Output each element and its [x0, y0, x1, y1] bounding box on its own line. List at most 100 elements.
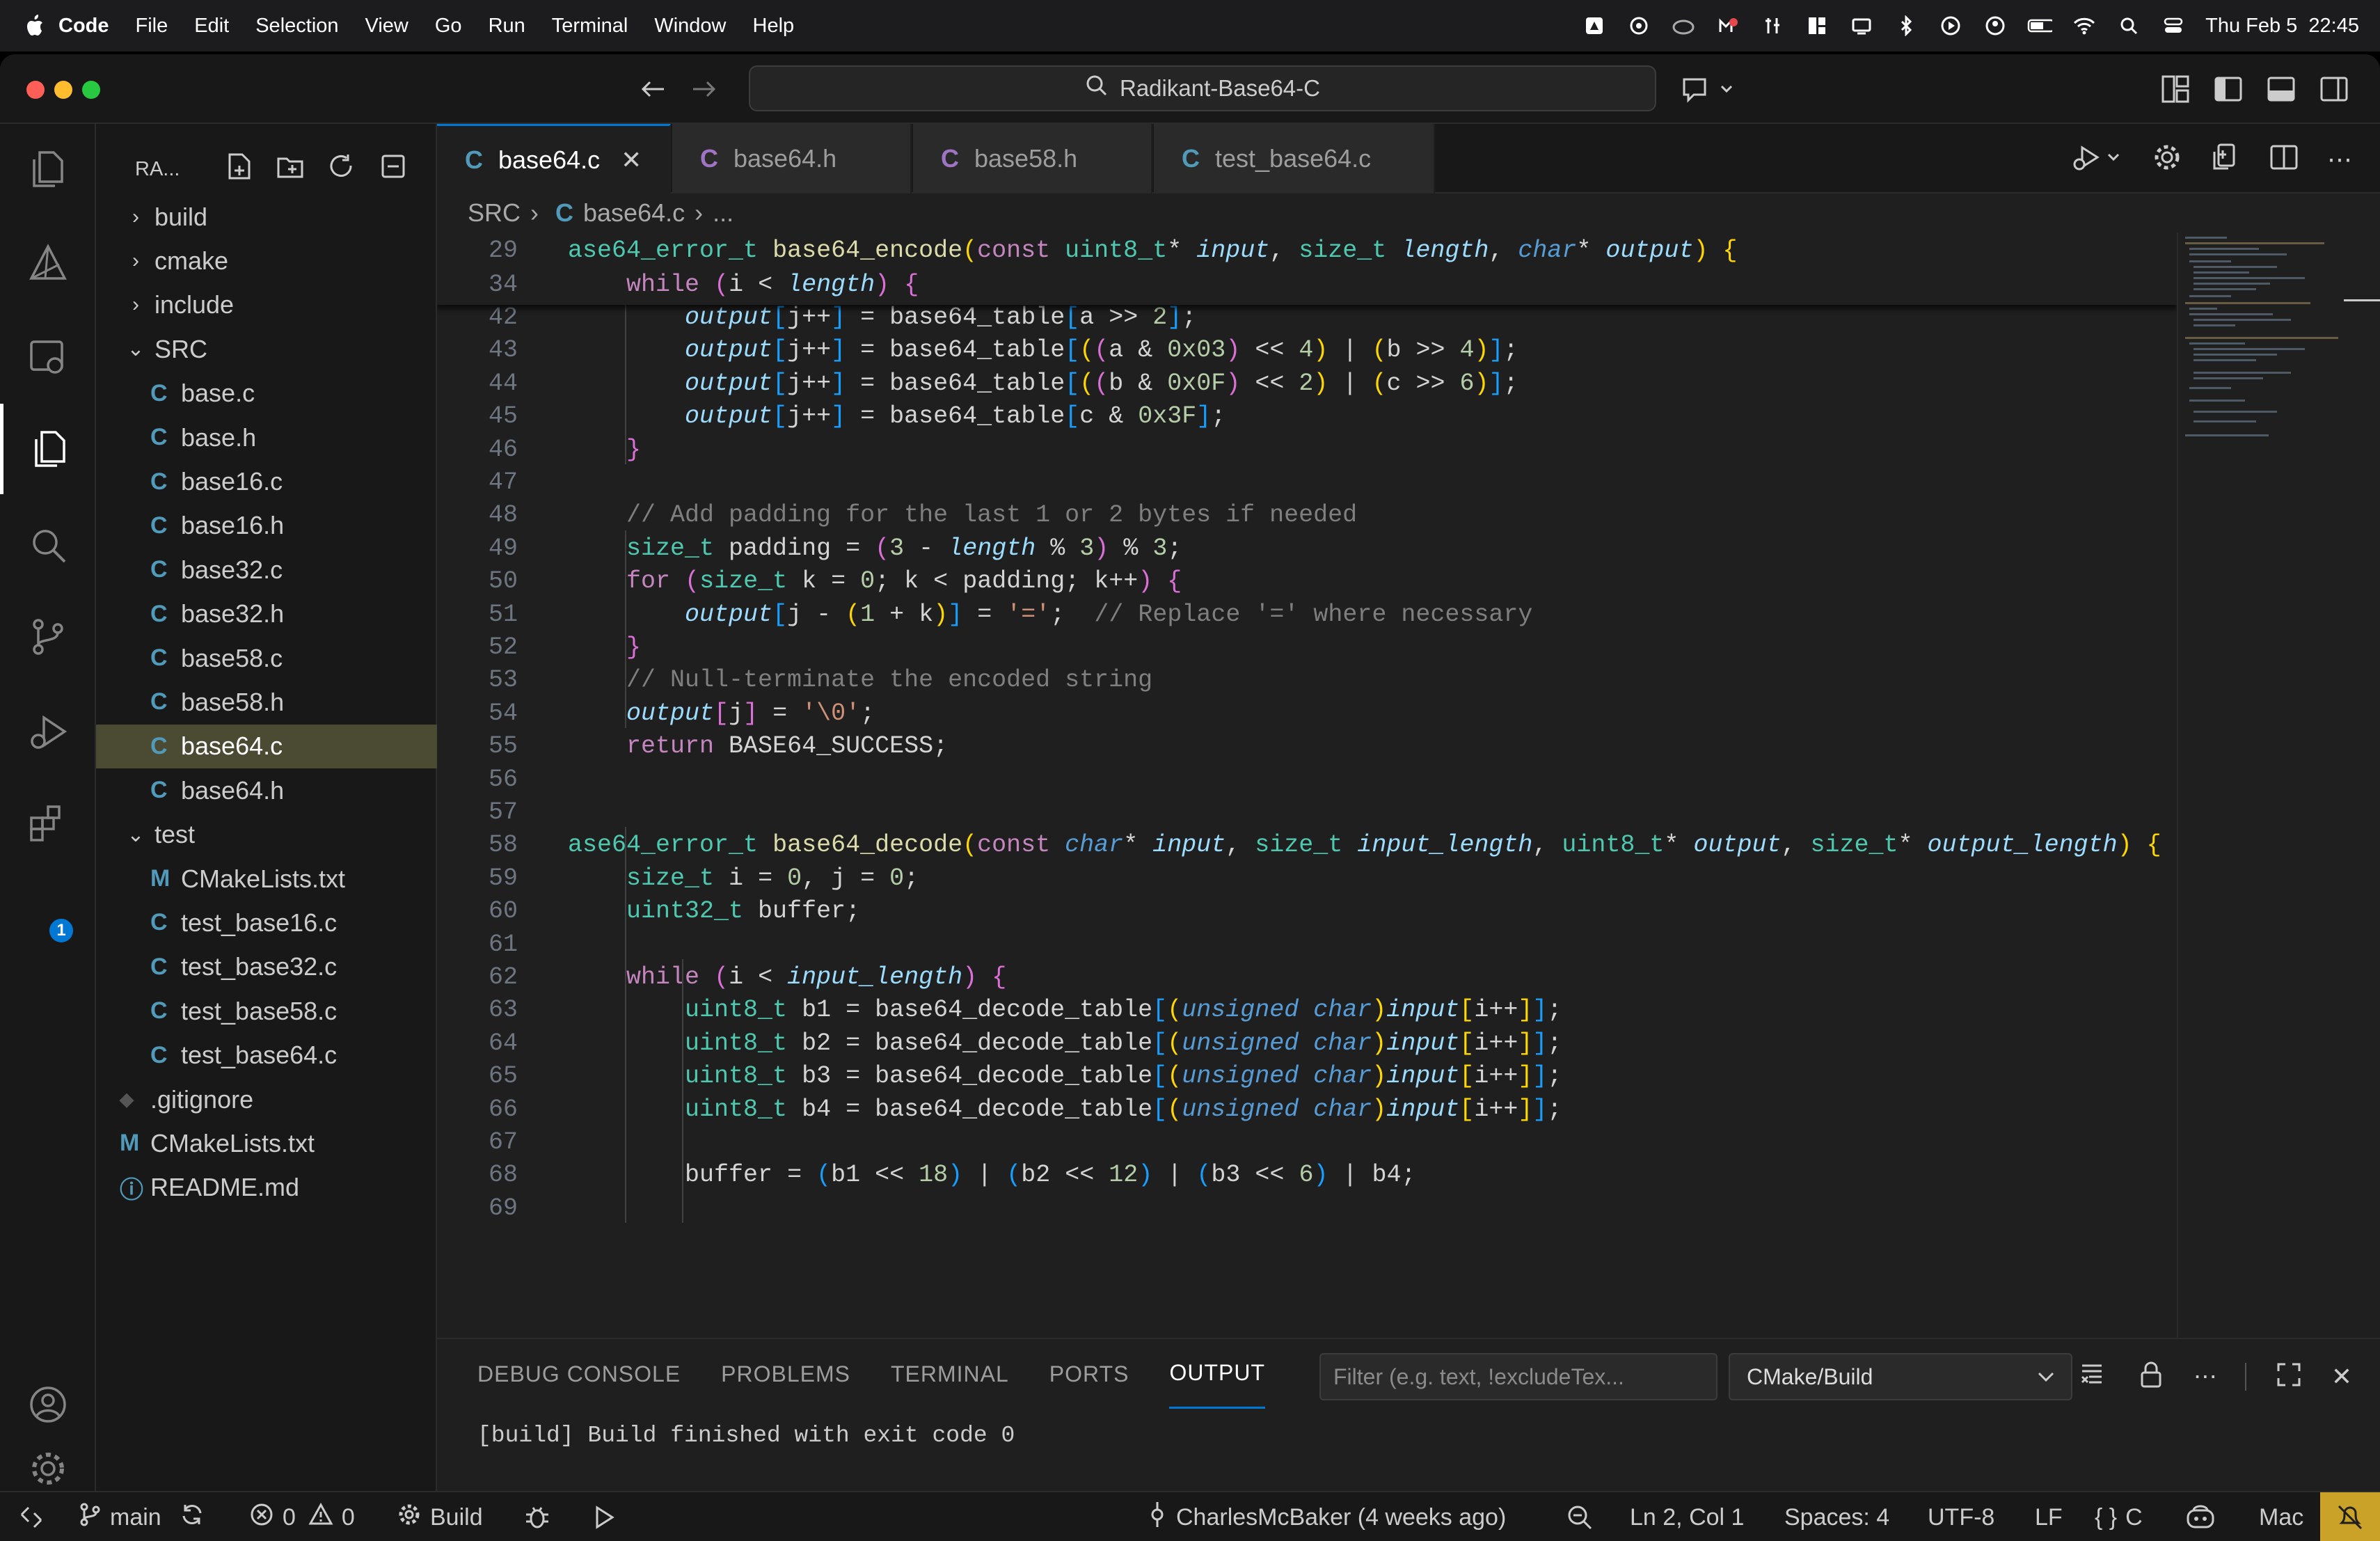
tab-base64-c[interactable]: C base64.c ✕ [437, 124, 671, 193]
toggle-primary-sidebar-icon[interactable] [2213, 74, 2244, 108]
tab-base58-h[interactable]: C base58.h [913, 124, 1152, 193]
tree-file[interactable]: ⓘ README.md [96, 1166, 437, 1210]
manage-gear-icon[interactable] [0, 1446, 96, 1491]
menu-window[interactable]: Window [654, 15, 726, 38]
bluetooth-icon[interactable] [1894, 13, 1919, 38]
forward-arrow-icon[interactable] [689, 74, 720, 108]
tree-file[interactable]: Cbase64.c [96, 724, 437, 769]
zoom-window-button[interactable] [82, 81, 100, 99]
breadcrumb-file[interactable]: base64.c [583, 198, 685, 228]
tab-debug-console[interactable]: DEBUG CONSOLE [477, 1339, 681, 1409]
menu-help[interactable]: Help [753, 15, 795, 38]
battery-icon[interactable] [2027, 13, 2053, 38]
tree-file[interactable]: Cbase16.c [96, 459, 437, 503]
source-control-icon[interactable] [0, 592, 96, 682]
control-center-icon[interactable] [2161, 13, 2186, 38]
minimize-window-button[interactable] [54, 81, 72, 99]
tree-folder[interactable]: ⌄ SRC [96, 327, 437, 371]
git-branch-item[interactable]: main [78, 1492, 205, 1541]
toggle-panel-icon[interactable] [2266, 74, 2296, 108]
menu-run[interactable]: Run [489, 15, 525, 38]
problems-item[interactable]: 0 0 [249, 1492, 355, 1541]
encoding[interactable]: UTF-8 [1928, 1492, 1994, 1541]
close-panel-icon[interactable]: ✕ [2331, 1362, 2352, 1391]
tree-file[interactable]: Ctest_base16.c [96, 901, 437, 945]
spotlight-search-icon[interactable] [2116, 13, 2141, 38]
search-icon[interactable] [0, 500, 96, 590]
recording-icon[interactable] [1715, 13, 1740, 38]
menu-file[interactable]: File [136, 15, 168, 38]
tree-file[interactable]: Cbase64.h [96, 768, 437, 812]
sync-icon[interactable] [180, 1502, 205, 1533]
tree-file[interactable]: Cbase58.h [96, 680, 437, 724]
zoom-icon[interactable] [1566, 1492, 1594, 1541]
run-debug-icon[interactable] [0, 686, 96, 777]
launch-play-icon[interactable] [590, 1492, 618, 1541]
settings-gear-icon[interactable] [2152, 142, 2182, 176]
tab-terminal[interactable]: TERMINAL [891, 1339, 1009, 1409]
apple-icon[interactable] [24, 0, 58, 52]
menu-go[interactable]: Go [435, 15, 462, 38]
tree-folder[interactable]: › cmake [96, 239, 437, 283]
menu-selection[interactable]: Selection [255, 15, 338, 38]
lock-scroll-icon[interactable] [2136, 1360, 2166, 1393]
user-circle-icon[interactable] [1983, 13, 2008, 38]
tree-file[interactable]: Cbase16.h [96, 504, 437, 548]
cmake-build-item[interactable]: Build [397, 1492, 483, 1541]
cmake-icon[interactable] [0, 218, 96, 308]
explorer-icon[interactable] [0, 404, 96, 494]
clear-output-icon[interactable] [2079, 1360, 2109, 1393]
play-circle-icon[interactable] [1938, 13, 1963, 38]
extensions-icon[interactable] [0, 778, 96, 869]
layout-grid-icon[interactable] [1804, 13, 1830, 38]
sticky-scroll-header[interactable]: 29 ase64_error_t base64_encode(const uint… [437, 232, 2177, 305]
menu-edit[interactable]: Edit [194, 15, 229, 38]
customize-layout-icon[interactable] [2160, 74, 2191, 108]
tools-icon[interactable] [1760, 13, 1785, 38]
output-channel-select[interactable]: CMake/Build [1729, 1353, 2072, 1400]
chatgpt-icon[interactable] [1626, 13, 1651, 38]
tree-file[interactable]: Ctest_base58.c [96, 989, 437, 1033]
run-debug-dropdown-icon[interactable] [2071, 142, 2124, 176]
git-blame-item[interactable]: CharlesMcBaker (4 weeks ago) [1147, 1492, 1506, 1541]
end-of-line[interactable]: LF [2035, 1492, 2063, 1541]
drive-icon[interactable] [1582, 13, 1607, 38]
more-actions-icon[interactable]: ⋯ [2327, 145, 2352, 174]
tree-folder[interactable]: ⌄ test [96, 812, 437, 856]
refresh-icon[interactable] [327, 152, 356, 187]
explorer-files-icon[interactable] [0, 124, 96, 214]
menu-terminal[interactable]: Terminal [552, 15, 628, 38]
copilot-icon[interactable] [2184, 1492, 2217, 1541]
tree-file[interactable]: Ctest_base64.c [96, 1033, 437, 1077]
close-tab-icon[interactable]: ✕ [621, 145, 642, 175]
remote-indicator-icon[interactable] [0, 1492, 63, 1541]
minimap[interactable] [2177, 232, 2344, 1338]
tab-output[interactable]: OUTPUT [1169, 1339, 1265, 1409]
new-file-icon[interactable] [224, 152, 253, 187]
tab-base64-h[interactable]: C base64.h [672, 124, 912, 193]
remote-explorer-icon[interactable] [0, 313, 96, 404]
tab-test-base64-c[interactable]: C test_base64.c [1154, 124, 1435, 193]
tree-file[interactable]: Ctest_base32.c [96, 945, 437, 989]
tree-file[interactable]: M CMakeLists.txt [96, 1121, 437, 1165]
toggle-secondary-sidebar-icon[interactable] [2319, 74, 2349, 108]
close-window-button[interactable] [26, 81, 45, 99]
copilot-chat-icon[interactable] [1680, 75, 1738, 106]
clock[interactable]: Thu Feb 5 22:45 [2205, 15, 2359, 38]
tree-file[interactable]: Cbase32.c [96, 548, 437, 592]
back-arrow-icon[interactable] [637, 74, 668, 108]
notifications-bell-icon[interactable] [2320, 1492, 2380, 1541]
tree-file[interactable]: Cbase.h [96, 416, 437, 459]
menu-app-name[interactable]: Code [58, 15, 109, 38]
tree-file[interactable]: Cbase.c [96, 372, 437, 416]
collapse-all-icon[interactable] [379, 152, 408, 187]
editor-scrollbar[interactable] [2344, 232, 2380, 1338]
cursor-position[interactable]: Ln 2, Col 1 [1630, 1492, 1744, 1541]
wifi-icon[interactable] [2072, 13, 2097, 38]
language-mode-item[interactable]: { } C [2095, 1492, 2143, 1541]
breadcrumb-symbols[interactable]: ... [713, 198, 733, 228]
breadcrumb-folder[interactable]: SRC [468, 198, 521, 228]
tree-file[interactable]: Cbase58.c [96, 636, 437, 680]
tree-folder[interactable]: › include [96, 283, 437, 327]
code-editor[interactable]: 42 output[j++] = base64_table[a >> 2]; 43… [437, 232, 2177, 1338]
